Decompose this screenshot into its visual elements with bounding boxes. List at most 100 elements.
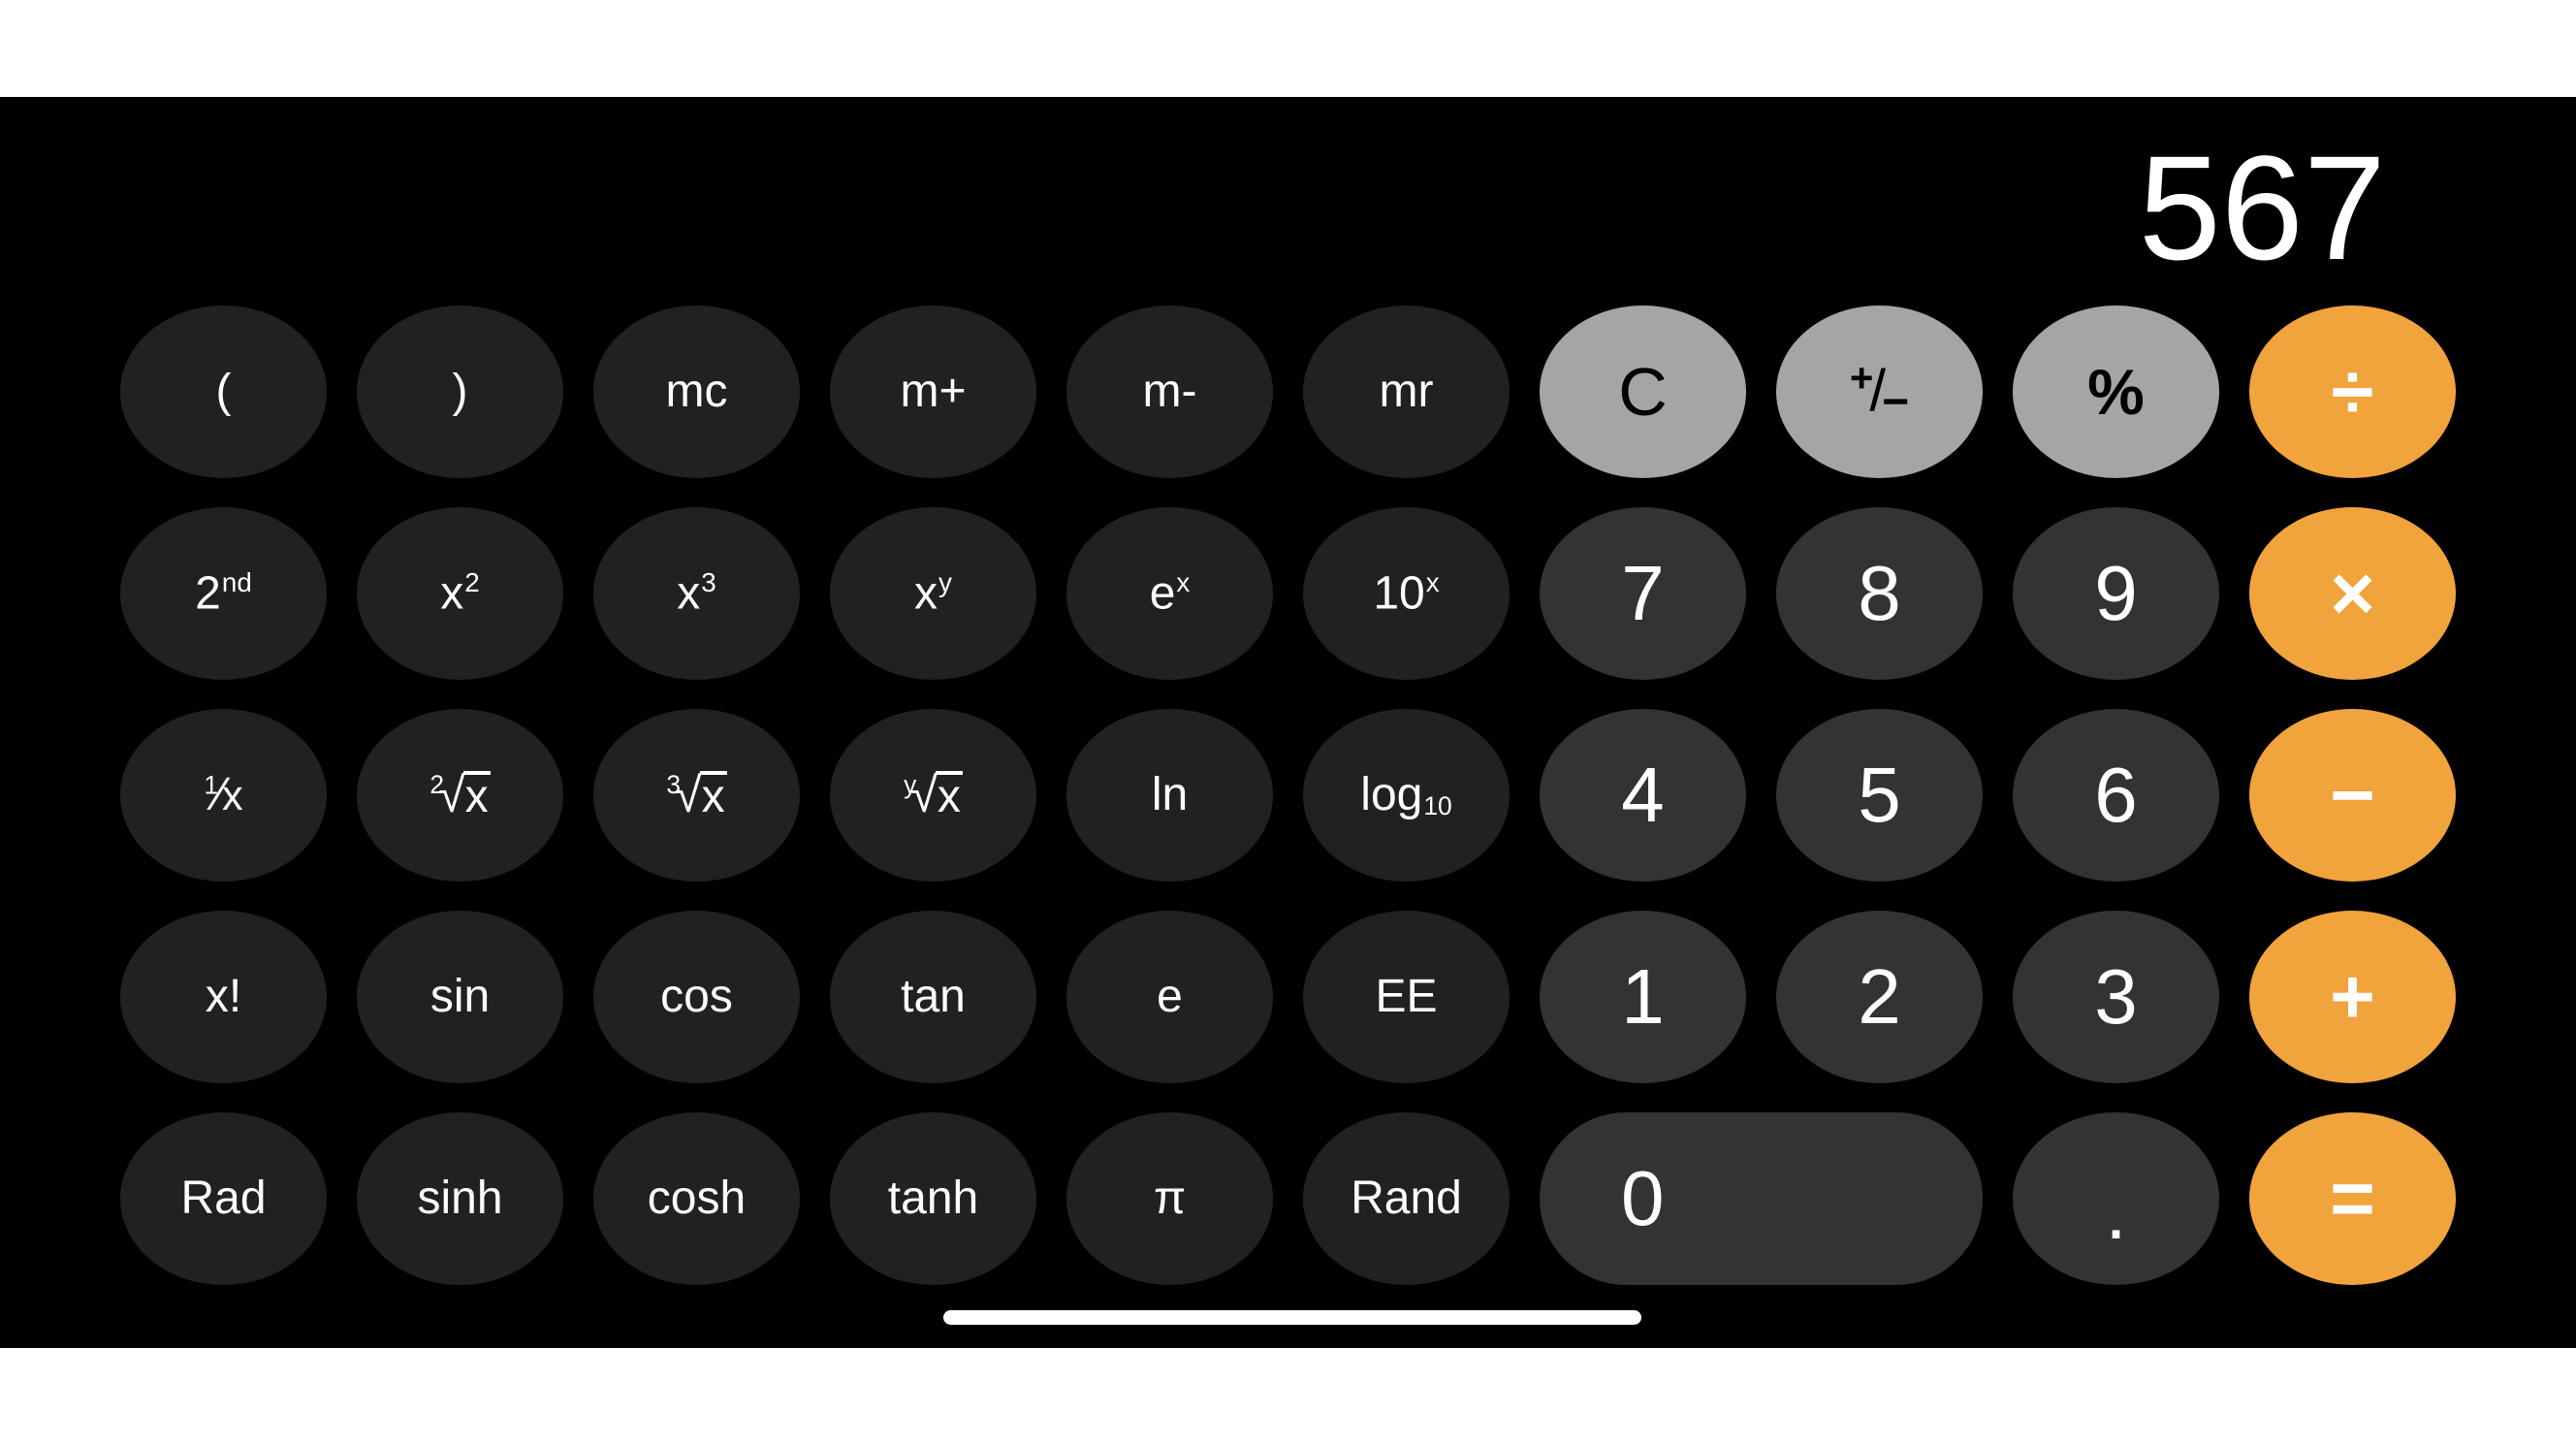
sign-minus-glyph: −: [1882, 376, 1910, 429]
tan-button[interactable]: tan: [830, 911, 1036, 1083]
equals-button[interactable]: =: [2249, 1112, 2456, 1285]
pi-label: π: [1153, 1172, 1187, 1224]
second-sup: nd: [221, 567, 252, 598]
digit-9-label: 9: [2094, 550, 2138, 636]
euler-e-button[interactable]: e: [1066, 911, 1273, 1083]
decimal-point-label: .: [2105, 1169, 2127, 1255]
cosh-button[interactable]: cosh: [593, 1112, 800, 1285]
x-cubed-base: x: [677, 567, 701, 620]
digit-8-label: 8: [1858, 550, 1901, 636]
x-squared-label: x2: [440, 569, 479, 617]
second-function-label: 2nd: [195, 569, 252, 617]
tanh-label: tanh: [887, 1172, 979, 1224]
cos-label: cos: [660, 971, 733, 1022]
digit-5-button[interactable]: 5: [1776, 709, 1983, 882]
subtract-button[interactable]: −: [2249, 709, 2456, 882]
percent-button[interactable]: %: [2013, 305, 2219, 478]
log10-button[interactable]: log10: [1303, 709, 1510, 882]
ten-power-x-label: 10x: [1373, 569, 1439, 617]
x-power-y-label: xy: [914, 569, 952, 617]
digit-4-button[interactable]: 4: [1540, 709, 1746, 882]
random-label: Rand: [1351, 1172, 1462, 1224]
add-button[interactable]: +: [2249, 911, 2456, 1083]
digit-0-label: 0: [1621, 1155, 1665, 1241]
e-power-x-button[interactable]: ex: [1066, 507, 1273, 680]
exponent-ee-button[interactable]: EE: [1303, 911, 1510, 1083]
random-button[interactable]: Rand: [1303, 1112, 1510, 1285]
reciprocal-label: 1⁄x: [204, 772, 242, 819]
y-root-icon: y√x: [904, 770, 963, 820]
sinh-button[interactable]: sinh: [357, 1112, 563, 1285]
divide-button[interactable]: ÷: [2249, 305, 2456, 478]
plus-minus-icon: +/−: [1850, 357, 1910, 429]
percent-label: %: [2087, 356, 2145, 428]
pi-button[interactable]: π: [1066, 1112, 1273, 1285]
clear-button[interactable]: C: [1540, 305, 1746, 478]
log10-sub: 10: [1423, 790, 1452, 820]
digit-2-button[interactable]: 2: [1776, 911, 1983, 1083]
x-cubed-sup: 3: [701, 567, 716, 598]
reciprocal-den: x: [222, 773, 243, 819]
log10-base: log: [1360, 768, 1423, 820]
digit-6-label: 6: [2094, 752, 2138, 838]
digit-0-button[interactable]: 0: [1540, 1112, 1983, 1285]
memory-recall-button[interactable]: mr: [1303, 305, 1510, 478]
natural-log-label: ln: [1151, 769, 1189, 820]
second-function-button[interactable]: 2nd: [120, 507, 327, 680]
factorial-button[interactable]: x!: [120, 911, 327, 1083]
open-paren-button[interactable]: (: [120, 305, 327, 478]
cube-root-radicand: x: [699, 770, 727, 822]
digit-5-label: 5: [1858, 752, 1901, 838]
x-cubed-button[interactable]: x3: [593, 507, 800, 680]
digit-9-button[interactable]: 9: [2013, 507, 2219, 680]
cube-root-button[interactable]: 3√x: [593, 709, 800, 882]
memory-add-button[interactable]: m+: [830, 305, 1036, 478]
tanh-button[interactable]: tanh: [830, 1112, 1036, 1285]
memory-add-label: m+: [900, 366, 967, 417]
memory-subtract-label: m-: [1142, 366, 1197, 417]
decimal-point-button[interactable]: .: [2013, 1112, 2219, 1285]
ten-power-x-button[interactable]: 10x: [1303, 507, 1510, 680]
sin-button[interactable]: sin: [357, 911, 563, 1083]
memory-clear-button[interactable]: mc: [593, 305, 800, 478]
digit-1-button[interactable]: 1: [1540, 911, 1746, 1083]
square-root-radicand: x: [462, 770, 491, 822]
multiply-icon: ×: [2330, 550, 2375, 636]
digit-8-button[interactable]: 8: [1776, 507, 1983, 680]
y-root-button[interactable]: y√x: [830, 709, 1036, 882]
x-squared-base: x: [440, 567, 464, 620]
tan-label: tan: [901, 971, 966, 1022]
memory-subtract-button[interactable]: m-: [1066, 305, 1273, 478]
e-power-x-base: e: [1149, 567, 1176, 620]
radians-label: Rad: [180, 1172, 267, 1224]
e-power-x-label: ex: [1150, 569, 1191, 617]
square-root-icon: 2√x: [429, 770, 491, 822]
ten-power-x-sup: x: [1425, 567, 1440, 598]
multiply-button[interactable]: ×: [2249, 507, 2456, 680]
calculator-screen: 567 ( ) mc m+ m- mr C +/− % ÷ 2nd x2 x3 …: [0, 97, 2576, 1348]
radians-toggle-button[interactable]: Rad: [120, 1112, 327, 1285]
square-root-button[interactable]: 2√x: [357, 709, 563, 882]
natural-log-button[interactable]: ln: [1066, 709, 1273, 882]
memory-recall-label: mr: [1379, 366, 1434, 417]
x-power-y-sup: y: [938, 567, 952, 598]
x-squared-button[interactable]: x2: [357, 507, 563, 680]
home-indicator-bar[interactable]: [943, 1310, 1641, 1325]
x-squared-sup: 2: [464, 567, 480, 598]
clear-label: C: [1618, 354, 1668, 430]
sin-label: sin: [429, 971, 491, 1022]
close-paren-button[interactable]: ): [357, 305, 563, 478]
plus-icon: +: [2330, 953, 2375, 1040]
toggle-sign-button[interactable]: +/−: [1776, 305, 1983, 478]
result-display: 567: [2138, 125, 2386, 291]
x-power-y-button[interactable]: xy: [830, 507, 1036, 680]
digit-6-button[interactable]: 6: [2013, 709, 2219, 882]
close-paren-label: ): [452, 366, 468, 417]
x-cubed-label: x3: [677, 569, 716, 617]
log10-label: log10: [1360, 768, 1452, 820]
cos-button[interactable]: cos: [593, 911, 800, 1083]
reciprocal-button[interactable]: 1⁄x: [120, 709, 327, 882]
digit-7-button[interactable]: 7: [1540, 507, 1746, 680]
digit-3-button[interactable]: 3: [2013, 911, 2219, 1083]
memory-clear-label: mc: [665, 366, 728, 417]
